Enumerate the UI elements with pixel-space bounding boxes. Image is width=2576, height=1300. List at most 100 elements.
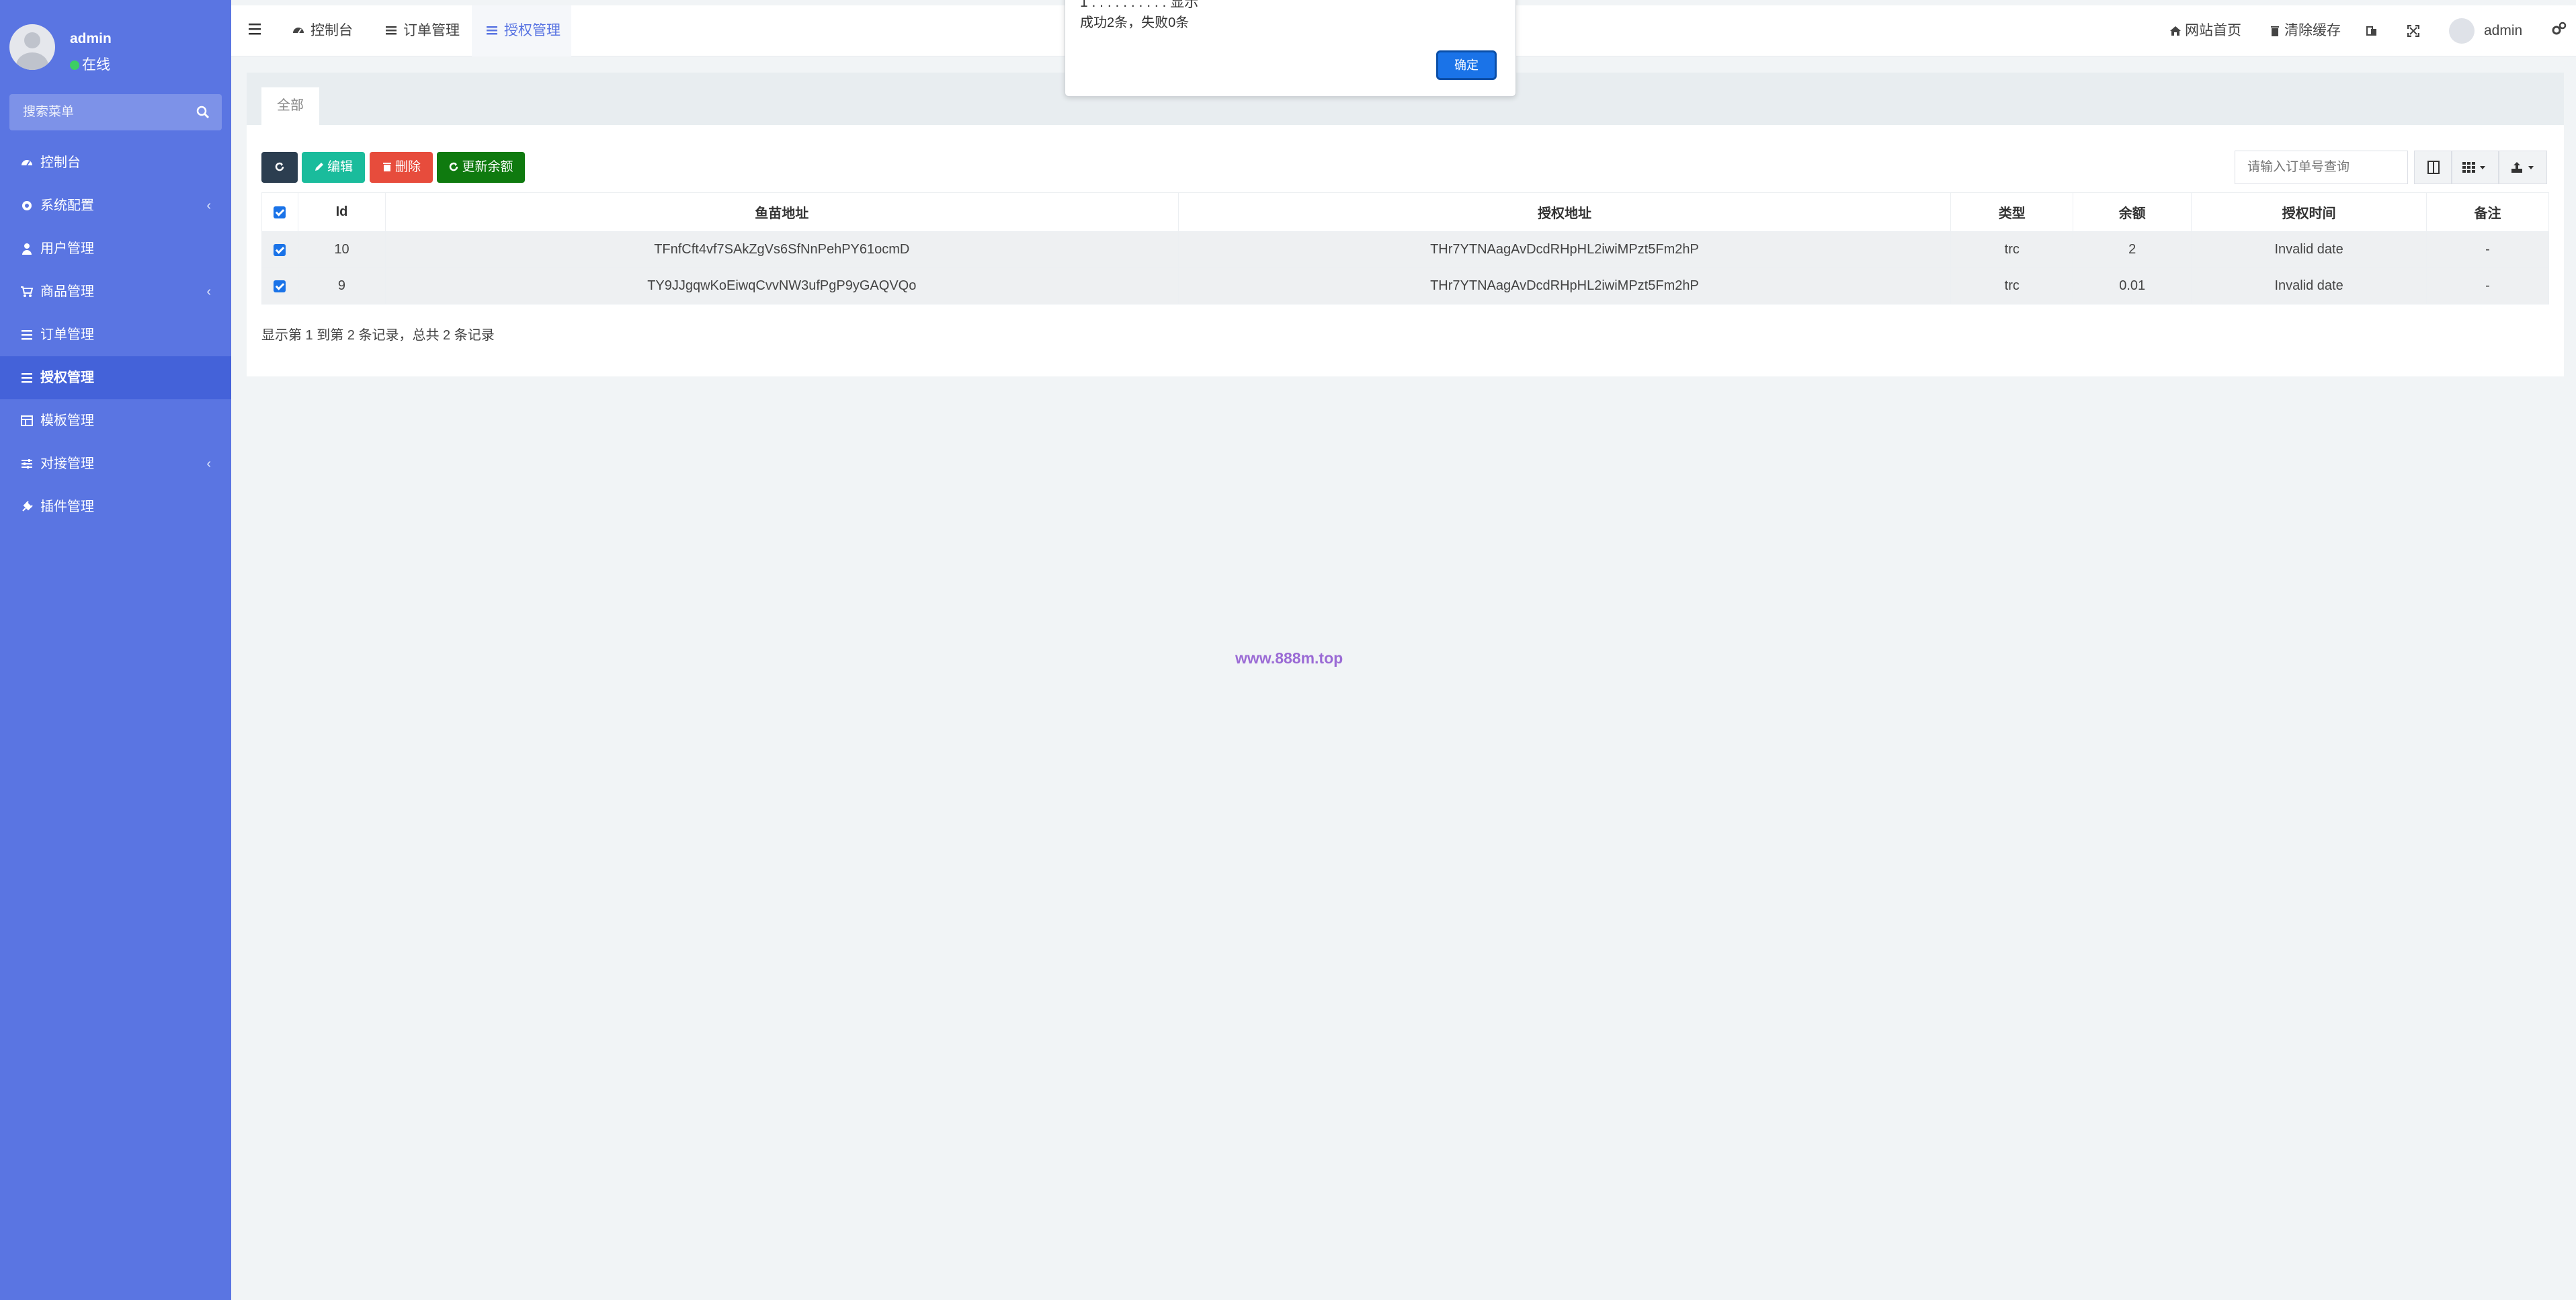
sidebar-menu: 控制台 系统配置 ‹ 用户管理 商品管理 ‹ 订单管理 授权管理 模板管理 对接…: [0, 141, 231, 528]
list-icon: [22, 373, 32, 383]
sidebar-item-label: 商品管理: [40, 284, 94, 299]
cell-auth-address: THr7YTNAagAvDcdRHpHL2iwiMPzt5Fm2hP: [1177, 231, 1952, 268]
sidebar-item-templates[interactable]: 模板管理: [0, 399, 231, 442]
tab-label: 授权管理: [504, 23, 560, 38]
cell-fish-address: TFnfCft4vf7SAkZgVs6SfNnPehPY61ocmD: [384, 231, 1179, 268]
sidebar-item-label: 订单管理: [40, 327, 94, 342]
cell-type: trc: [1950, 268, 2074, 304]
toggle-view-button[interactable]: [2414, 151, 2452, 184]
dialog-title: 1 . . . . . . . . . . 显示: [1080, 0, 1199, 10]
fullscreen-button[interactable]: [2407, 5, 2423, 56]
sidebar-item-orders[interactable]: 订单管理: [0, 313, 231, 356]
tab-all[interactable]: 全部: [261, 87, 319, 125]
update-balance-button[interactable]: 更新余额: [437, 152, 525, 183]
plug-icon: [22, 501, 33, 512]
export-icon: [2511, 162, 2534, 173]
sidebar-item-system-config[interactable]: 系统配置 ‹: [0, 184, 231, 227]
cell-id: 9: [297, 268, 386, 304]
authorization-table: Id 鱼苗地址 授权地址 类型 余额 授权时间 备注 10 TFnfCft4vf…: [261, 192, 2549, 304]
dialog-ok-button[interactable]: 确定: [1436, 50, 1497, 80]
columns-dropdown-button[interactable]: [2452, 151, 2499, 184]
clear-cache-button[interactable]: 清除缓存: [2269, 5, 2341, 56]
tab-authorization[interactable]: 授权管理: [472, 5, 571, 56]
gears-icon: [2552, 22, 2567, 35]
chevron-left-icon: ‹: [206, 198, 211, 213]
cell-auth-time: Invalid date: [2191, 231, 2427, 268]
language-button[interactable]: [2366, 5, 2381, 56]
cell-id: 10: [297, 231, 386, 268]
menu-search: [9, 94, 222, 130]
menu-search-input[interactable]: [9, 94, 184, 130]
cell-auth-time: Invalid date: [2191, 268, 2427, 304]
avatar: [2449, 18, 2475, 44]
column-header[interactable]: 鱼苗地址: [384, 192, 1179, 232]
cell-auth-address: THr7YTNAagAvDcdRHpHL2iwiMPzt5Fm2hP: [1177, 268, 1952, 304]
cart-icon: [21, 286, 34, 297]
template-icon: [21, 415, 33, 426]
gear-icon: [22, 201, 32, 210]
user-icon: [22, 243, 32, 255]
search-icon[interactable]: [196, 106, 210, 119]
tab-orders[interactable]: 订单管理: [384, 5, 472, 56]
cell-balance: 0.01: [2073, 268, 2192, 304]
sidebar-item-dashboard[interactable]: 控制台: [0, 141, 231, 184]
settings-button[interactable]: [2551, 5, 2571, 56]
fullscreen-icon: [2407, 25, 2419, 37]
export-dropdown-button[interactable]: [2499, 151, 2547, 184]
table-row[interactable]: 10 TFnfCft4vf7SAkZgVs6SfNnPehPY61ocmD TH…: [261, 231, 2549, 268]
order-search-input[interactable]: [2235, 151, 2408, 184]
column-header[interactable]: Id: [297, 192, 386, 232]
grid-dropdown-icon: [2462, 162, 2485, 173]
edit-button[interactable]: 编辑: [302, 152, 365, 183]
cell-note: -: [2426, 268, 2549, 304]
chevron-left-icon: ‹: [206, 456, 211, 471]
site-home-link[interactable]: 网站首页: [2169, 5, 2241, 56]
row-checkbox[interactable]: [274, 243, 286, 256]
tab-label: 控制台: [310, 23, 353, 38]
delete-button-label: 删除: [394, 160, 421, 174]
sidebar-item-label: 授权管理: [40, 370, 94, 385]
sidebar-item-label: 模板管理: [40, 413, 94, 428]
tab-label: 订单管理: [403, 23, 460, 38]
refresh-button[interactable]: [261, 152, 298, 183]
chevron-left-icon: ‹: [206, 284, 211, 299]
language-icon: [2366, 26, 2376, 36]
list-icon: [487, 26, 497, 35]
delete-button[interactable]: 删除: [370, 152, 433, 183]
clear-cache-label: 清除缓存: [2284, 23, 2341, 38]
menu-toggle-icon[interactable]: [247, 22, 262, 36]
select-all-header: [261, 192, 298, 232]
row-select-cell: [261, 268, 298, 304]
online-dot-icon: [70, 60, 79, 70]
column-header[interactable]: 类型: [1950, 192, 2074, 232]
cell-note: -: [2426, 231, 2549, 268]
column-header[interactable]: 备注: [2426, 192, 2549, 232]
user-name: admin: [70, 31, 112, 46]
update-balance-label: 更新余额: [462, 160, 513, 174]
sidebar-item-integration[interactable]: 对接管理 ‹: [0, 442, 231, 485]
dashboard-icon: [293, 28, 304, 34]
topbar-username: admin: [2484, 23, 2523, 38]
column-header[interactable]: 授权时间: [2191, 192, 2427, 232]
sidebar-item-plugins[interactable]: 插件管理: [0, 485, 231, 528]
row-checkbox[interactable]: [274, 280, 286, 292]
tab-dashboard[interactable]: 控制台: [292, 5, 366, 56]
site-home-label: 网站首页: [2185, 23, 2241, 38]
dialog-message: 成功2条，失败0条: [1080, 15, 1190, 30]
sidebar-item-products[interactable]: 商品管理 ‹: [0, 270, 231, 313]
sidebar-item-authorization[interactable]: 授权管理: [0, 356, 231, 399]
pagination-info: 显示第 1 到第 2 条记录，总共 2 条记录: [261, 328, 495, 343]
table-row[interactable]: 9 TY9JJgqwKoEiwqCvvNW3ufPgP9yGAQVQo THr7…: [261, 268, 2549, 304]
trash-icon: [382, 163, 391, 171]
sidebar: admin 在线 控制台 系统配置 ‹ 用户管理 商品管理 ‹ 订单管理: [0, 0, 231, 1300]
user-panel: admin 在线: [0, 0, 231, 94]
sidebar-item-users[interactable]: 用户管理: [0, 227, 231, 270]
column-header[interactable]: 授权地址: [1177, 192, 1952, 232]
watermark: www.888m.top: [1235, 649, 1343, 667]
select-all-checkbox[interactable]: [274, 206, 286, 218]
column-header[interactable]: 余额: [2073, 192, 2192, 232]
cell-fish-address: TY9JJgqwKoEiwqCvvNW3ufPgP9yGAQVQo: [384, 268, 1179, 304]
user-menu[interactable]: admin: [2449, 5, 2522, 56]
avatar: [9, 24, 55, 70]
trash-icon: [2271, 26, 2279, 36]
